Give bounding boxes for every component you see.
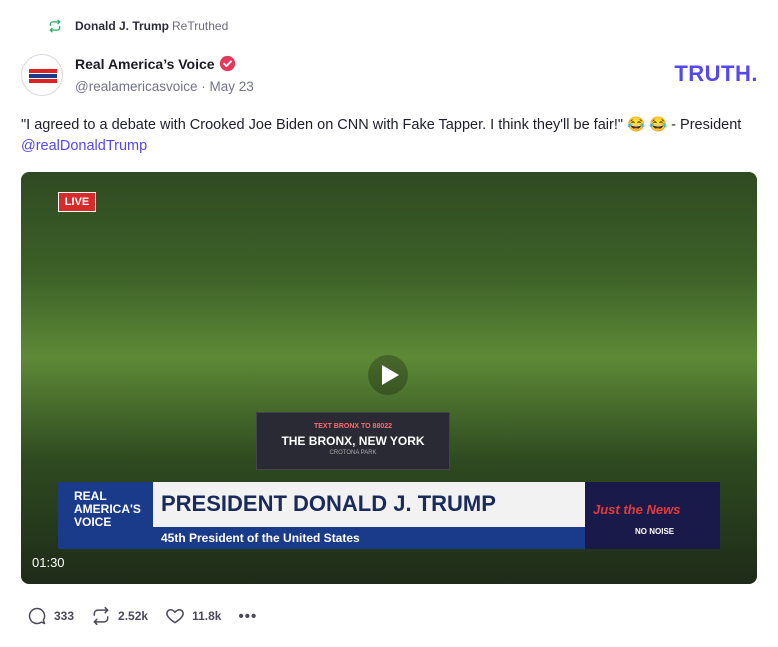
podium-top-text: TEXT BRONX TO 88022 [313,423,393,430]
retruth-label: ReTruthed [172,19,229,33]
chyron-tag: NO NOISE [635,527,675,536]
chyron-title: PRESIDENT DONALD J. TRUMP [161,491,496,516]
chyron-subtitle: 45th President of the United States [153,527,585,549]
like-count: 11.8k [192,609,222,623]
reply-button[interactable]: 333 [27,606,74,626]
retruth-button[interactable]: 2.52k [91,606,148,626]
podium-sign: TEXT BRONX TO 88022 THE BRONX, NEW YORK … [256,412,450,470]
author-name[interactable]: Real America’s Voice [75,56,215,72]
chyron-title-bar: PRESIDENT DONALD J. TRUMP [153,482,585,527]
heart-icon [166,609,184,624]
action-bar: 333 2.52k 11.8k ••• [27,606,274,626]
video-player[interactable]: LIVE TEXT BRONX TO 88022 THE BRONX, NEW … [21,172,757,584]
post-body: "I agreed to a debate with Crooked Joe B… [21,115,756,157]
retruth-user[interactable]: Donald J. Trump [75,19,169,33]
chyron: REAL AMERICA'S VOICE PRESIDENT DONALD J.… [58,482,720,549]
retruth-action-icon [93,606,109,626]
play-icon[interactable] [367,354,409,396]
retruth-banner: Donald J. Trump ReTruthed [48,19,228,33]
reply-count: 333 [54,609,75,623]
chyron-brand: Just the News [593,502,681,517]
like-button[interactable]: 11.8k [165,606,221,626]
podium-sub-text: CROTONA PARK [329,450,377,456]
truth-logo[interactable]: TRUTH. [674,61,758,87]
reply-icon [28,607,46,625]
more-icon: ••• [238,607,258,625]
verified-badge-icon [219,55,235,72]
retruth-icon [49,19,61,33]
more-options-button[interactable]: ••• [238,608,257,625]
author-handle[interactable]: @realamericasvoice [75,79,198,94]
author-meta: @realamericasvoice · May 23 [75,79,254,94]
post-date[interactable]: May 23 [210,79,254,94]
chyron-brand-panel: Just the News NO NOISE [585,482,720,549]
video-duration: 01:30 [32,555,65,570]
post-text: "I agreed to a debate with Crooked Joe B… [21,117,742,133]
podium-main-text: THE BRONX, NEW YORK [281,434,425,448]
retruth-count: 2.52k [118,609,149,623]
live-badge: LIVE [58,192,96,212]
chyron-logo: REAL AMERICA'S VOICE [58,482,153,549]
avatar[interactable] [21,54,63,96]
mention-link[interactable]: @realDonaldTrump [21,138,147,154]
